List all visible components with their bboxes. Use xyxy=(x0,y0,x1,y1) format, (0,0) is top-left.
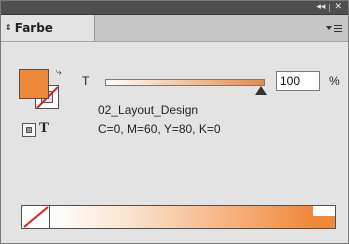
ramp-end-white[interactable] xyxy=(313,206,335,216)
menu-lines-icon xyxy=(334,24,342,32)
formatting-affects-text-button[interactable]: T xyxy=(39,120,49,137)
color-ramp[interactable] xyxy=(21,205,336,229)
title-divider xyxy=(329,3,331,12)
tab-farbe[interactable]: ⇕ Farbe xyxy=(1,15,95,41)
ramp-none-cell[interactable] xyxy=(22,206,50,228)
color-name: 02_Layout_Design xyxy=(98,103,199,117)
formatting-affects-container-button[interactable] xyxy=(22,123,36,137)
tint-unit: % xyxy=(329,74,340,88)
collapse-icon[interactable]: ◂◂ xyxy=(316,1,325,14)
color-values: C=0, M=60, Y=80, K=0 xyxy=(98,122,221,136)
tint-slider-thumb[interactable] xyxy=(255,86,267,95)
close-icon[interactable]: ✕ xyxy=(334,1,342,14)
tint-input[interactable]: 100 xyxy=(276,71,320,91)
ramp-gradient[interactable] xyxy=(50,206,313,228)
tab-label: Farbe xyxy=(14,21,53,35)
dropdown-arrow-icon xyxy=(326,26,332,30)
swap-fill-stroke-icon[interactable]: ⤷ xyxy=(56,67,62,78)
tab-strip: ⇕ Farbe xyxy=(1,15,348,42)
tab-arrows-icon: ⇕ xyxy=(5,23,12,32)
container-icon xyxy=(26,127,32,133)
tint-label: T xyxy=(82,74,90,88)
none-slash-icon xyxy=(23,206,49,228)
panel-title-bar: ◂◂ ✕ xyxy=(1,1,348,15)
panel-menu-button[interactable] xyxy=(326,21,342,35)
color-panel: ◂◂ ✕ ⇕ Farbe ⤷ T T 100 % 02_Layout_Desig… xyxy=(0,0,349,244)
fill-swatch[interactable] xyxy=(19,69,49,99)
tint-slider[interactable] xyxy=(105,79,265,86)
